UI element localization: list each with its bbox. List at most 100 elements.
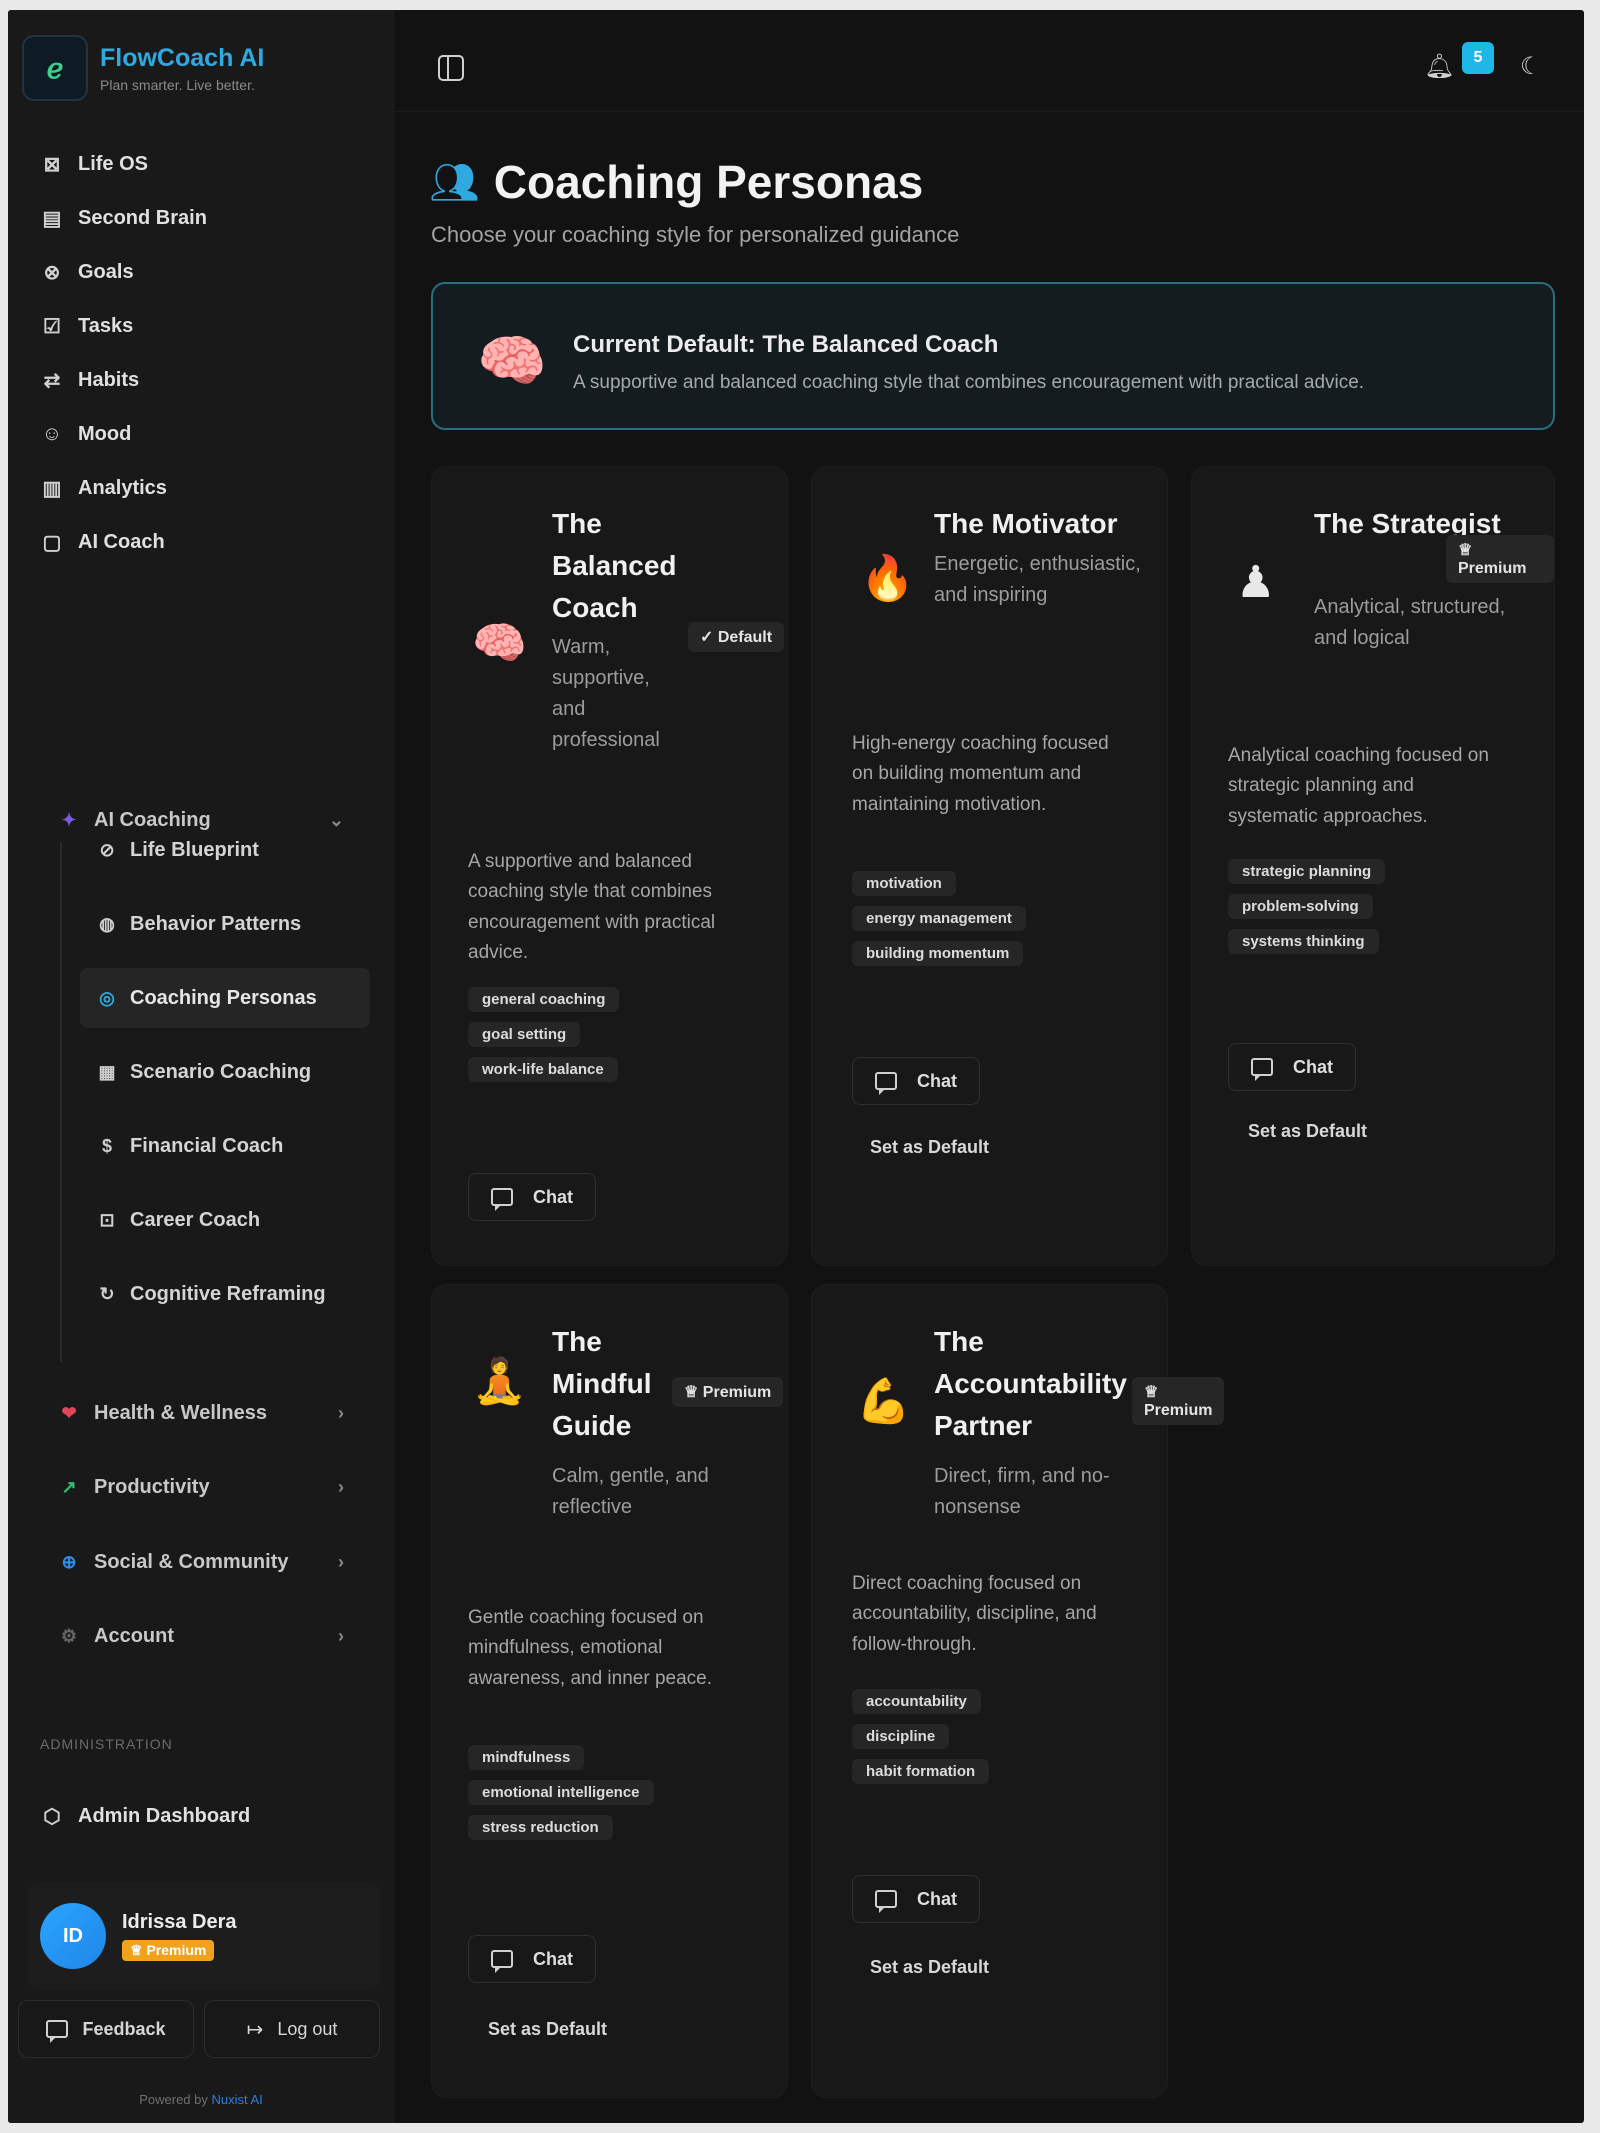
sidebar-item-scenario-coaching[interactable]: ▦ Scenario Coaching — [80, 1042, 370, 1102]
set-default-button[interactable]: Set as Default — [1248, 1121, 1367, 1142]
persona-card-the-mindful-guide: 🧘 The Mindful Guide ♕ Premium Calm, gentle,… — [431, 1284, 788, 2098]
sidebar-item-mood[interactable]: ☺ Mood — [28, 408, 368, 460]
sidebar-item-label: Cognitive Reframing — [130, 1282, 326, 1305]
logout-icon: ↦ — [246, 2018, 264, 2041]
current-default-title: Current Default: The Balanced Coach — [573, 331, 999, 358]
tag: emotional intelligence — [468, 1780, 654, 1805]
page-title-text: Coaching Personas — [493, 156, 924, 208]
persona-description: Analytical coaching focused on strategic… — [1228, 745, 1489, 827]
persona-tags: mindfulness emotional intelligence stress … — [468, 1745, 654, 1840]
persona-tagline: Calm, gentle, and reflective — [552, 1465, 709, 1518]
group-social-community[interactable]: ⊕ Social & Community › — [46, 1537, 364, 1587]
moon-icon[interactable]: ☾ — [1520, 52, 1542, 81]
persona-description: A supportive and balanced coaching style… — [468, 851, 716, 964]
sidebar-item-behavior-patterns[interactable]: ◍ Behavior Patterns — [80, 894, 370, 954]
chevron-right-icon: › — [338, 1625, 344, 1646]
set-default-button[interactable]: Set as Default — [870, 1957, 989, 1978]
sidebar-item-cognitive-reframing[interactable]: ↻ Cognitive Reframing — [80, 1264, 370, 1324]
sidebar-item-goals[interactable]: ⊗ Goals — [28, 246, 368, 298]
sidebar-item-label: Habits — [78, 368, 140, 391]
compass-icon: ⊘ — [99, 839, 115, 860]
group-health-wellness[interactable]: ❤ Health & Wellness › — [46, 1388, 364, 1438]
tag: general coaching — [468, 987, 620, 1012]
chat-label: Chat — [1293, 1056, 1333, 1077]
smile-icon: ☺ — [41, 422, 63, 445]
message-icon — [491, 1188, 513, 1211]
sidebar-item-life-os[interactable]: ⊠ Life OS — [28, 138, 368, 190]
current-default-banner: 🧠 Current Default: The Balanced Coach A … — [431, 282, 1555, 430]
bell-icon[interactable]: 🔔︎ — [1424, 52, 1454, 81]
logout-button[interactable]: ↦ Log out — [204, 2000, 380, 2058]
sidebar-item-financial-coach[interactable]: $ Financial Coach — [80, 1116, 370, 1176]
sidebar-item-label: Tasks — [78, 314, 134, 337]
sidebar-toggle-icon[interactable] — [438, 55, 464, 81]
sidebar-item-coaching-personas[interactable]: ◎ Coaching Personas — [80, 968, 370, 1028]
shield-icon: ⬡ — [43, 1805, 61, 1828]
sidebar-item-career-coach[interactable]: ⊡ Career Coach — [80, 1190, 370, 1250]
app-logo: ℯ — [22, 35, 88, 101]
tag: building momentum — [852, 941, 1024, 966]
chat-button[interactable]: Chat — [468, 1173, 596, 1221]
group-productivity[interactable]: ↗ Productivity › — [46, 1462, 364, 1512]
persona-tagline: Warm, supportive, and professional — [552, 636, 660, 751]
message-icon — [491, 1950, 513, 1973]
persona-tags: strategic planning problem-solving systems… — [1228, 859, 1386, 954]
briefcase-icon: ⊡ — [99, 1209, 115, 1230]
page-subtitle: Choose your coaching style for personali… — [431, 222, 960, 247]
group-label: Productivity — [94, 1475, 210, 1498]
chevron-right-icon: › — [338, 1476, 344, 1497]
app-name: FlowCoach AI — [100, 43, 265, 72]
sidebar-item-label: Life OS — [78, 152, 149, 175]
sidebar-item-label: Admin Dashboard — [78, 1804, 251, 1827]
sidebar-item-label: Financial Coach — [130, 1134, 284, 1157]
chat-button[interactable]: Chat — [852, 1057, 980, 1105]
tag: habit formation — [852, 1759, 990, 1784]
sidebar-item-tasks[interactable]: ☑ Tasks — [28, 300, 368, 352]
grid-icon: ⊠ — [43, 153, 61, 176]
persona-title: The Accountability Partner — [934, 1326, 1127, 1441]
globe-icon: ⊕ — [61, 1551, 77, 1572]
persona-card-the-balanced-coach: 🧠 The Balanced Coach ✓ Default Warm, suppor… — [431, 466, 788, 1266]
feedback-button[interactable]: Feedback — [18, 2000, 194, 2058]
chevron-right-icon: › — [338, 1402, 344, 1423]
sidebar-item-label: Second Brain — [78, 206, 207, 229]
set-default-button[interactable]: Set as Default — [488, 2019, 607, 2040]
powered-brand-link[interactable]: Nuxist AI — [211, 2092, 262, 2107]
set-default-button[interactable]: Set as Default — [870, 1137, 989, 1158]
dollar-icon: $ — [101, 1135, 112, 1156]
checkbox-icon: ☑ — [43, 315, 61, 338]
persona-description: Gentle coaching focused on mindfulness, … — [468, 1607, 712, 1689]
sidebar-item-label: Goals — [78, 260, 134, 283]
repeat-icon: ⇄ — [43, 369, 61, 392]
notification-badge[interactable]: 5 — [1462, 42, 1494, 74]
persona-description: High-energy coaching focused on building… — [852, 733, 1109, 815]
group-label: Health & Wellness — [94, 1401, 268, 1424]
persona-tags: motivation energy management building mome… — [852, 871, 1026, 966]
sidebar-item-life-blueprint[interactable]: ⊘ Life Blueprint — [80, 820, 370, 880]
powered-prefix: Powered by — [139, 2092, 212, 2107]
group-label: Account — [94, 1624, 174, 1647]
persona-card-the-accountability-partner: 💪 The Accountability Partner ♕ Premium Dire… — [811, 1284, 1225, 2098]
user-name: Idrissa Dera — [122, 1911, 237, 1933]
group-account[interactable]: ⚙ Account › — [46, 1611, 364, 1661]
admin-section-label: ADMINISTRATION — [40, 1736, 173, 1752]
chat-label: Chat — [533, 1948, 573, 1969]
tag: stress reduction — [468, 1815, 613, 1840]
chat-button[interactable]: Chat — [852, 1875, 980, 1923]
message-icon — [1251, 1058, 1273, 1081]
sidebar-item-analytics[interactable]: ▥ Analytics — [28, 462, 368, 514]
top-bar: 🔔︎ 5 ☾ — [394, 10, 1584, 112]
sidebar-item-habits[interactable]: ⇄ Habits — [28, 354, 368, 406]
brand[interactable]: ℯ FlowCoach AI Plan smarter. Live better… — [22, 35, 264, 101]
user-card[interactable]: ID Idrissa Dera ♕ Premium — [28, 1882, 380, 1990]
sidebar-item-ai-coach[interactable]: ▢ AI Coach — [28, 516, 368, 568]
sidebar: ℯ FlowCoach AI Plan smarter. Live better… — [8, 10, 394, 2123]
chat-button[interactable]: Chat — [1228, 1043, 1356, 1091]
tag: discipline — [852, 1724, 950, 1749]
sidebar-item-admin-dashboard[interactable]: ⬡ Admin Dashboard — [28, 1790, 368, 1842]
chat-label: Chat — [917, 1070, 957, 1091]
chat-button[interactable]: Chat — [468, 1935, 596, 1983]
page-title: 👥︎ Coaching Personas — [429, 155, 923, 209]
sidebar-item-second-brain[interactable]: ▤ Second Brain — [28, 192, 368, 244]
tag: strategic planning — [1228, 859, 1386, 884]
